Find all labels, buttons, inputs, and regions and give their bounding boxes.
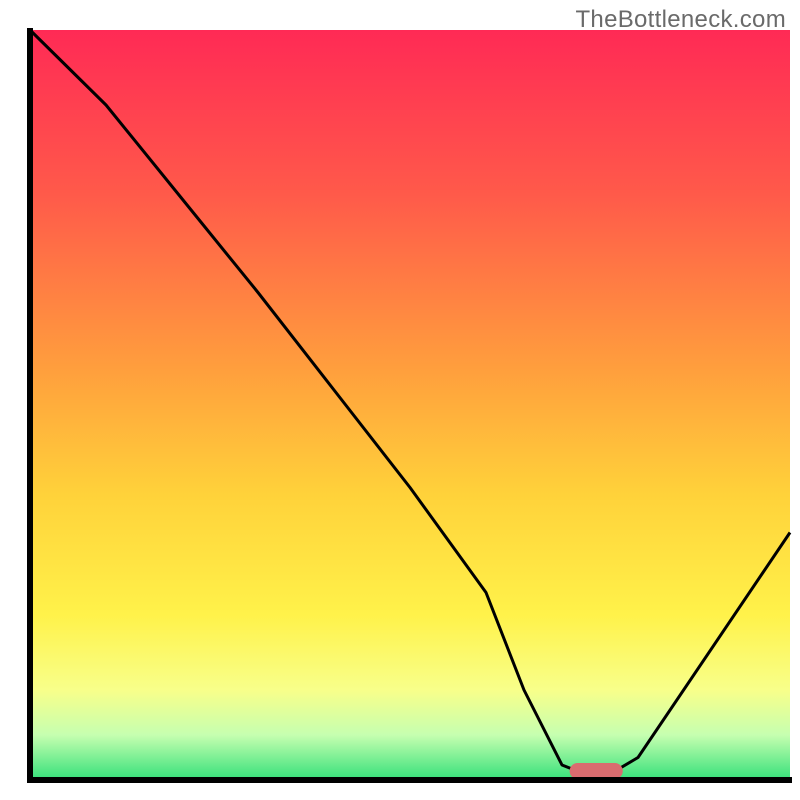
bottleneck-chart: TheBottleneck.com [0,0,800,800]
optimal-range-marker [570,763,623,779]
chart-svg [0,0,800,800]
chart-background [30,30,790,780]
